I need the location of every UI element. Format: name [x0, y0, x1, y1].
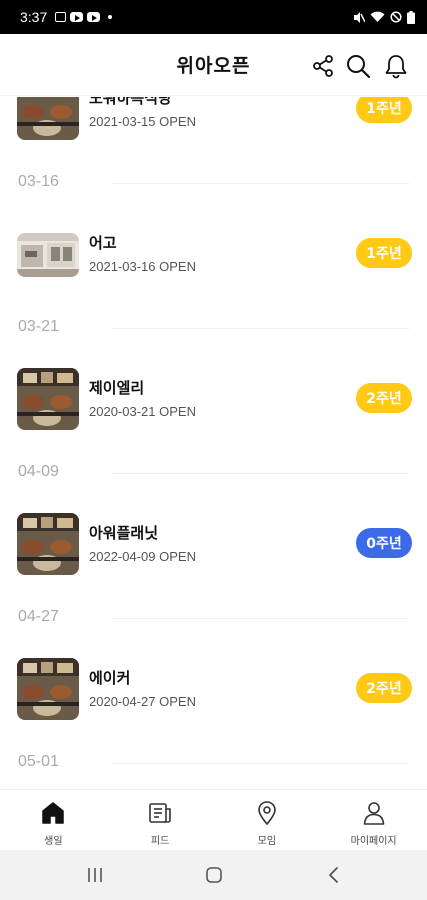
nav-item-feed[interactable]: 피드 — [107, 790, 214, 850]
nav-label: 마이페이지 — [350, 836, 397, 847]
date-header: 03-21 — [0, 302, 427, 354]
anniversary-badge: 1주년 — [356, 238, 412, 268]
date-header-label: 03-16 — [18, 173, 59, 190]
store-name: 노워하측식당 — [89, 97, 172, 107]
store-item[interactable]: 노워하측식당 2021-03-15 OPEN 1주년 — [0, 97, 427, 157]
anniversary-badge: 1주년 — [356, 97, 412, 123]
system-status-icons — [352, 10, 415, 24]
location-pin-icon — [254, 800, 280, 826]
home-button-icon[interactable] — [204, 865, 224, 885]
date-header-label: 04-27 — [18, 608, 59, 625]
nav-label: 생일 — [44, 836, 63, 847]
recent-apps-icon[interactable] — [85, 865, 105, 885]
date-divider — [112, 183, 409, 184]
app-header: 위아오픈 — [0, 34, 427, 96]
home-icon — [40, 800, 66, 826]
store-name: 에이커 — [89, 669, 131, 687]
nav-item-birthday[interactable]: 생일 — [0, 790, 107, 850]
mute-icon — [354, 11, 365, 23]
date-header-label: 05-01 — [18, 753, 59, 770]
wifi-icon — [370, 11, 385, 22]
open-date: 2022-04-09 OPEN — [89, 549, 196, 564]
nav-item-mypage[interactable]: 마이페이지 — [320, 790, 427, 850]
date-divider — [112, 763, 409, 764]
date-header-label: 03-21 — [18, 318, 59, 335]
date-header: 04-27 — [0, 592, 427, 644]
status-time: 3:37 — [20, 9, 48, 25]
store-thumbnail — [17, 368, 79, 430]
store-thumbnail — [17, 513, 79, 575]
date-header: 04-09 — [0, 447, 427, 499]
store-thumbnail — [17, 658, 79, 720]
anniversary-badge: 0주년 — [356, 528, 412, 558]
store-thumbnail — [17, 233, 79, 277]
anniversary-badge: 2주년 — [356, 673, 412, 703]
dnd-icon — [390, 11, 402, 23]
battery-icon — [407, 10, 415, 24]
more-notifications-icon — [108, 15, 113, 19]
status-bar: 3:37 — [0, 0, 427, 34]
search-icon[interactable] — [345, 53, 371, 79]
person-icon — [361, 800, 387, 826]
date-divider — [112, 618, 409, 619]
date-header: 05-01 — [0, 737, 427, 789]
gallery-icon — [55, 12, 67, 22]
share-icon[interactable] — [310, 53, 336, 79]
store-item[interactable]: 에이커 2020-04-27 OPEN 2주년 — [0, 644, 427, 737]
open-date: 2021-03-15 OPEN — [89, 114, 196, 129]
date-header: 03-16 — [0, 157, 427, 209]
store-item[interactable]: 어고 2021-03-16 OPEN 1주년 — [0, 209, 427, 302]
store-name: 제이엘리 — [89, 379, 145, 397]
nav-label: 모임 — [257, 836, 277, 847]
date-divider — [112, 473, 409, 474]
date-divider — [112, 328, 409, 329]
date-header-label: 04-09 — [18, 463, 59, 480]
nav-label: 피드 — [150, 836, 170, 847]
feed-icon — [147, 800, 173, 826]
youtube-icon — [70, 12, 84, 22]
youtube-icon — [87, 12, 101, 22]
open-date: 2020-03-21 OPEN — [89, 404, 196, 419]
store-item[interactable]: 제이엘리 2020-03-21 OPEN 2주년 — [0, 354, 427, 447]
open-date: 2020-04-27 OPEN — [89, 694, 196, 709]
bell-icon[interactable] — [383, 53, 409, 79]
store-name: 아워플래닛 — [89, 524, 159, 542]
open-date: 2021-03-16 OPEN — [89, 259, 196, 274]
nav-item-meetup[interactable]: 모임 — [214, 790, 321, 850]
store-thumbnail — [17, 97, 79, 140]
system-nav-bar — [0, 850, 427, 900]
notification-icons — [55, 12, 113, 22]
store-name: 어고 — [89, 234, 117, 252]
back-icon[interactable] — [324, 865, 344, 885]
bottom-nav: 생일 피드 모임 마이페이지 — [0, 789, 427, 850]
anniversary-badge: 2주년 — [356, 383, 412, 413]
anniversary-list[interactable]: 노워하측식당 2021-03-15 OPEN 1주년 03-16 어고 2021… — [0, 97, 427, 789]
store-item[interactable]: 아워플래닛 2022-04-09 OPEN 0주년 — [0, 499, 427, 592]
